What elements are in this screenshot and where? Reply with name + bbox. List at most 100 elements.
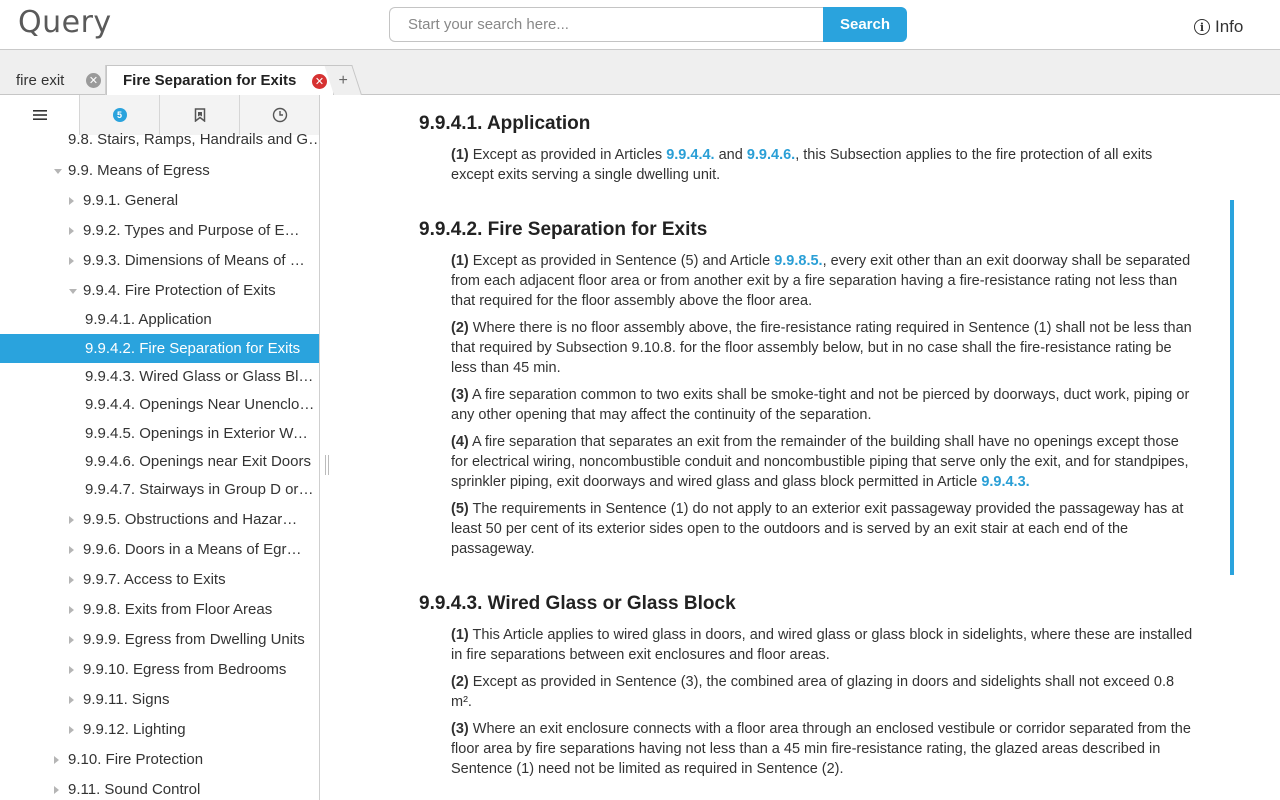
sidebar-item[interactable]: 9.9.8. Exits from Floor Areas bbox=[0, 595, 319, 623]
sidebar-item[interactable]: 9.9.4.5. Openings in Exterior Walls of E… bbox=[0, 419, 319, 447]
article-link[interactable]: 9.9.8.5. bbox=[774, 253, 822, 269]
chevron-right-icon[interactable] bbox=[69, 666, 74, 674]
sidebar-item[interactable]: 9.9.4.7. Stairways in Group D or E Occup… bbox=[0, 475, 319, 503]
sidebar-item-label: 9.9.1. General bbox=[83, 191, 179, 209]
sidebar-item-label: 9.9.8. Exits from Floor Areas bbox=[83, 600, 273, 618]
sidebar-item-label: 9.9.6. Doors in a Means of Egress bbox=[83, 540, 305, 558]
tab-fire-exit[interactable]: fire exit ✕ bbox=[0, 65, 106, 95]
chevron-right-icon[interactable] bbox=[69, 197, 74, 205]
sidebar-item[interactable]: 9.9.4.3. Wired Glass or Glass Block bbox=[0, 362, 319, 390]
sidebar-item-label: 9.9.4.2. Fire Separation for Exits bbox=[85, 340, 301, 357]
sidebar-item-label: 9.9.4.1. Application bbox=[85, 310, 212, 328]
paragraph: (2) Except as provided in Sentence (3), … bbox=[451, 674, 1175, 710]
sidebar-item-label: 9.9.4.7. Stairways in Group D or E Occup… bbox=[85, 480, 315, 498]
sidebar-item[interactable]: 9.10. Fire Protection bbox=[0, 745, 319, 773]
sidebar-item[interactable]: 9.9.4.6. Openings near Exit Doors bbox=[0, 447, 319, 475]
paragraph: (3) Where an exit enclosure connects wit… bbox=[451, 721, 1191, 777]
close-icon[interactable]: ✕ bbox=[312, 74, 327, 89]
paragraph: (5) The requirements in Sentence (1) do … bbox=[451, 501, 1184, 557]
info-button[interactable]: i Info bbox=[1194, 17, 1243, 37]
tab-bar: fire exit ✕ Fire Separation for Exits ✕ … bbox=[0, 50, 1280, 96]
menu-icon bbox=[32, 110, 47, 120]
chevron-right-icon[interactable] bbox=[69, 576, 74, 584]
search-input[interactable] bbox=[389, 7, 825, 42]
paragraph: (3) A fire separation common to two exit… bbox=[451, 387, 1190, 423]
chevron-right-icon[interactable] bbox=[69, 726, 74, 734]
sidebar-item-label: 9.9.5. Obstructions and Hazards in Means… bbox=[83, 510, 305, 528]
chevron-right-icon[interactable] bbox=[69, 546, 74, 554]
sidebar-item[interactable]: 9.9. Means of Egress bbox=[0, 156, 319, 184]
sidebar-item[interactable]: 9.9.11. Signs bbox=[0, 685, 319, 713]
sidebar-item-label: 9.9.4. Fire Protection of Exits bbox=[83, 281, 276, 299]
sidebar-item[interactable]: 9.9.1. General bbox=[0, 186, 319, 214]
sidebar-item-label: 9.11. Sound Control bbox=[68, 780, 201, 798]
chevron-down-icon[interactable] bbox=[54, 169, 62, 174]
chevron-right-icon[interactable] bbox=[69, 606, 74, 614]
section-title: 9.9.4.2. Fire Separation for Exits bbox=[419, 219, 708, 240]
sidebar-item[interactable]: 9.9.4.4. Openings Near Unenclosed Exteri… bbox=[0, 390, 319, 418]
info-label: Info bbox=[1215, 17, 1244, 36]
sidebar-item[interactable]: 9.9.3. Dimensions of Means of Egress bbox=[0, 246, 319, 274]
sidebar-item[interactable]: 9.9.9. Egress from Dwelling Units bbox=[0, 625, 319, 653]
chevron-down-icon[interactable] bbox=[69, 289, 77, 294]
document-content: 9.9.4.1. Application (1) Except as provi… bbox=[330, 95, 1280, 800]
article-link[interactable]: 9.9.4.6. bbox=[747, 147, 795, 163]
app-logo[interactable]: Query bbox=[18, 5, 112, 40]
section-title: 9.9.4.1. Application bbox=[419, 113, 591, 134]
paragraph: (4) A fire separation that separates an … bbox=[451, 434, 1189, 490]
paragraph: (2) Where there is no floor assembly abo… bbox=[451, 320, 1192, 376]
plus-icon: + bbox=[338, 71, 348, 89]
chevron-right-icon[interactable] bbox=[54, 756, 59, 764]
sidebar-item-label: 9.8. Stairs, Ramps, Handrails and Guards bbox=[68, 130, 320, 148]
chevron-right-icon[interactable] bbox=[69, 516, 74, 524]
paragraph: (1) This Article applies to wired glass … bbox=[451, 627, 1193, 663]
article-link[interactable]: 9.9.4.4. bbox=[666, 147, 714, 163]
sidebar-item[interactable]: 9.11. Sound Control bbox=[0, 775, 319, 800]
chevron-right-icon[interactable] bbox=[69, 257, 74, 265]
chevron-right-icon[interactable] bbox=[69, 636, 74, 644]
sidebar-item[interactable]: 9.8. Stairs, Ramps, Handrails and Guards bbox=[0, 125, 320, 153]
count-badge: 5 bbox=[112, 108, 127, 122]
sidebar-item[interactable]: 9.9.6. Doors in a Means of Egress bbox=[0, 535, 319, 563]
sidebar-item-label: 9.9.4.3. Wired Glass or Glass Block bbox=[85, 367, 315, 385]
sidebar-item-label: 9.9.12. Lighting bbox=[83, 720, 186, 738]
sidebar-item-label: 9.9.3. Dimensions of Means of Egress bbox=[83, 251, 305, 269]
sidebar-item-label: 9.9.4.5. Openings in Exterior Walls of E… bbox=[85, 424, 315, 442]
chevron-right-icon[interactable] bbox=[54, 786, 59, 794]
section-title: 9.9.4.3. Wired Glass or Glass Block bbox=[419, 593, 736, 614]
sidebar-item-label: 9.9.4.4. Openings Near Unenclosed Exteri… bbox=[85, 395, 315, 413]
sidebar-item-label: 9.9.7. Access to Exits bbox=[83, 570, 226, 588]
sidebar-item-label: 9.9.4.6. Openings near Exit Doors bbox=[85, 452, 311, 470]
scroll-indicator[interactable] bbox=[1230, 200, 1234, 575]
sidebar: 5 9.8. Stairs, Ramps, Handrails and Guar… bbox=[0, 95, 320, 800]
sidebar-item[interactable]: 9.9.7. Access to Exits bbox=[0, 565, 319, 593]
close-icon[interactable]: ✕ bbox=[86, 73, 101, 88]
clock-icon bbox=[272, 107, 288, 123]
sidebar-item-label: 9.9. Means of Egress bbox=[68, 161, 210, 179]
sidebar-item-label: 9.9.9. Egress from Dwelling Units bbox=[83, 630, 305, 648]
sidebar-item[interactable]: 9.9.2. Types and Purpose of Exits bbox=[0, 216, 319, 244]
article-link[interactable]: 9.9.4.3. bbox=[981, 474, 1029, 490]
sidebar-item-label: 9.10. Fire Protection bbox=[68, 750, 204, 768]
sidebar-item-label: 9.9.11. Signs bbox=[83, 690, 170, 708]
resize-handle[interactable] bbox=[325, 455, 329, 475]
sidebar-item-label: 9.9.2. Types and Purpose of Exits bbox=[83, 221, 305, 239]
sidebar-item[interactable]: 9.9.4.2. Fire Separation for Exits bbox=[0, 334, 319, 363]
sidebar-item[interactable]: 9.9.4.1. Application bbox=[0, 305, 319, 333]
tab-label: fire exit bbox=[16, 71, 65, 89]
sidebar-item-label: 9.9.10. Egress from Bedrooms bbox=[83, 660, 287, 678]
sidebar-item[interactable]: 9.9.4. Fire Protection of Exits bbox=[0, 276, 319, 304]
sidebar-item[interactable]: 9.9.5. Obstructions and Hazards in Means… bbox=[0, 505, 319, 533]
bookmark-icon bbox=[194, 108, 205, 122]
top-bar: Query Search i Info bbox=[0, 0, 1280, 50]
search-button[interactable]: Search bbox=[823, 7, 907, 42]
paragraph: (1) Except as provided in Articles 9.9.4… bbox=[451, 147, 1153, 183]
chevron-right-icon[interactable] bbox=[69, 696, 74, 704]
paragraph: (1) Except as provided in Sentence (5) a… bbox=[451, 253, 1191, 309]
info-icon: i bbox=[1194, 19, 1210, 35]
tab-fire-separation[interactable]: Fire Separation for Exits ✕ bbox=[106, 65, 334, 96]
sidebar-item[interactable]: 9.9.12. Lighting bbox=[0, 715, 319, 743]
chevron-right-icon[interactable] bbox=[69, 227, 74, 235]
sidebar-item[interactable]: 9.9.10. Egress from Bedrooms bbox=[0, 655, 319, 683]
tab-label: Fire Separation for Exits bbox=[123, 72, 297, 89]
